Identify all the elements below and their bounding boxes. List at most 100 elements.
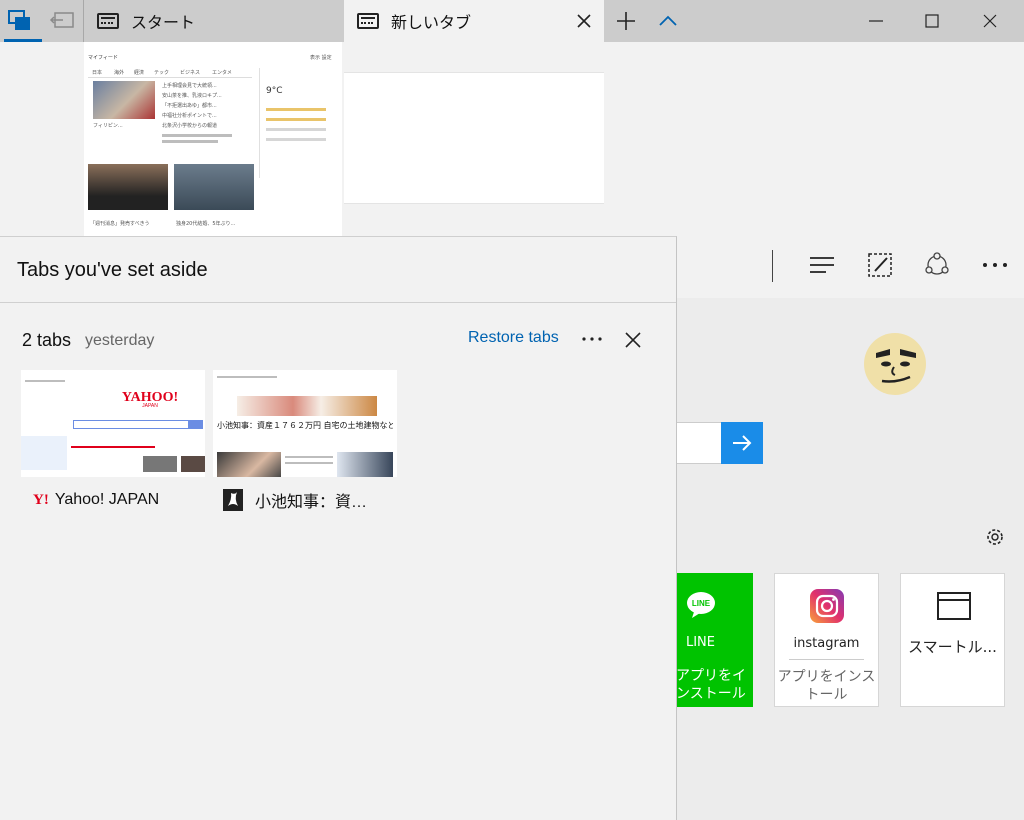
yahoo-favicon-icon: Y! — [33, 491, 49, 508]
preview-sidebar — [21, 436, 67, 470]
preview-search-button — [189, 420, 203, 429]
page-thumbnail: 小池知事：資産１７６２万円 自宅の土地建物など — [213, 370, 397, 478]
set-aside-tab-news[interactable]: 小池知事：資産１７６２万円 自宅の土地建物など 小池知事：資… — [213, 370, 397, 523]
tab-label: 新しいタブ — [391, 13, 472, 32]
set-tabs-aside-icon[interactable] — [46, 6, 78, 36]
preview-headline: 北条沢小学校からの報道 — [162, 123, 218, 129]
arrow-right-icon — [733, 435, 752, 451]
search-go-button[interactable] — [721, 422, 763, 464]
preview-line — [217, 376, 277, 378]
gear-icon[interactable] — [982, 524, 1008, 550]
story-title: 「週刊消息」発売すべきう — [90, 221, 150, 227]
tab-new-tab[interactable]: 新しいタブ — [344, 0, 604, 42]
tab-page-icon — [357, 13, 379, 29]
preview-line — [162, 140, 218, 143]
preview-category: 経済 — [134, 70, 145, 76]
svg-text:LINE: LINE — [692, 599, 711, 608]
forecast-row — [266, 128, 326, 131]
news-photo — [174, 164, 254, 210]
tab-group-count: 2 tabs — [22, 330, 72, 350]
start-tab-preview[interactable]: マイフィード 表示 設定 日本 海外 経済 テック ビジネス エンタメ フィリピ… — [84, 42, 342, 236]
pane-header: Tabs you've set aside — [0, 237, 676, 303]
top-site-tile-smart[interactable]: スマートル... — [900, 573, 1005, 707]
preview-headline: 「不拒選出あゆ」都市... — [162, 103, 217, 109]
maximize-icon — [925, 14, 939, 28]
news-photo — [88, 164, 168, 210]
minimize-button[interactable] — [848, 0, 904, 42]
forecast-row — [266, 118, 326, 121]
new-tab-page — [676, 298, 1024, 820]
tab-title-bar: 小池知事：資… — [213, 477, 397, 523]
forecast-row — [266, 138, 326, 141]
tab-start[interactable]: スタート — [84, 0, 344, 42]
browser-toolbar — [676, 236, 1024, 298]
window-close-button[interactable] — [962, 0, 1018, 42]
tile-label: instagram — [793, 636, 860, 651]
yahoo-logo-icon: YAHOO! JAPAN — [122, 390, 178, 408]
tile-subtext: アプリをインストール — [676, 668, 746, 702]
top-site-tile-instagram[interactable]: instagram アプリをインストール — [774, 573, 879, 707]
tabs-aside-pane: Tabs you've set aside 2 tabs yesterday R… — [0, 236, 677, 820]
page-thumbnail: YAHOO! JAPAN — [21, 370, 205, 472]
preview-headline: 安山茶を推、乳液ロキプ... — [162, 93, 222, 99]
new-tab-preview[interactable] — [344, 42, 604, 236]
story-title: 独身20代結婚、5年ぶり... — [176, 221, 236, 227]
tab-title-bar: Y! Yahoo! JAPAN — [21, 477, 205, 523]
preview-photo — [143, 456, 177, 472]
svg-text:JAPAN: JAPAN — [142, 403, 158, 408]
preview-search-box — [73, 420, 189, 429]
share-icon[interactable] — [922, 250, 952, 280]
pane-title: Tabs you've set aside — [17, 259, 208, 281]
preview-ad — [337, 452, 393, 478]
preview-header-right: 表示 設定 — [310, 55, 332, 61]
news-photo — [93, 81, 155, 119]
web-note-icon[interactable] — [865, 250, 895, 280]
tile-label: スマートル... — [908, 638, 997, 656]
tab-title: Yahoo! JAPAN — [54, 491, 160, 508]
maximize-button[interactable] — [904, 0, 960, 42]
preview-category-bar: 日本 海外 経済 テック ビジネス エンタメ — [88, 66, 252, 78]
line-logo-icon: LINE — [687, 592, 715, 618]
set-aside-tab-yahoo[interactable]: YAHOO! JAPAN Y! Yahoo! JAPAN — [21, 370, 205, 523]
new-tab-icon[interactable] — [612, 8, 640, 34]
close-icon[interactable] — [622, 329, 644, 351]
top-site-tile-line[interactable]: LINE LINE アプリをインストール — [676, 573, 753, 707]
hub-icon[interactable] — [807, 250, 837, 280]
chevron-up-icon[interactable] — [654, 8, 682, 34]
weather-temp: 9°C — [266, 86, 283, 96]
minimize-icon — [869, 20, 883, 22]
search-input[interactable] — [676, 422, 722, 464]
site-favicon-icon — [223, 489, 243, 511]
preview-category: 海外 — [114, 70, 125, 76]
preview-header: マイフィード — [88, 55, 118, 61]
more-icon[interactable] — [980, 250, 1010, 280]
tile-label: LINE — [685, 635, 715, 650]
preview-ad-banner — [237, 396, 377, 416]
preview-category: エンタメ — [212, 70, 232, 76]
instagram-logo-icon — [810, 589, 844, 623]
more-icon[interactable] — [580, 329, 604, 349]
preview-category: テック — [154, 70, 170, 76]
preview-category: 日本 — [92, 70, 103, 76]
close-icon — [983, 14, 997, 28]
avatar[interactable] — [864, 333, 926, 395]
toolbar-divider — [772, 250, 773, 282]
preview-story-caption: フィリピン... — [93, 123, 123, 129]
preview-line — [25, 380, 65, 382]
preview-content-band — [344, 72, 604, 204]
tab-bar: スタート 新しいタブ — [0, 0, 1024, 42]
preview-headline: 上手相理会見で大統領... — [162, 83, 217, 89]
weather-widget: 9°C — [259, 68, 337, 178]
preview-line — [285, 456, 333, 458]
preview-photo — [181, 456, 205, 472]
restore-tabs-button[interactable]: Restore tabs — [468, 329, 559, 347]
preview-line — [285, 462, 333, 464]
tab-label: スタート — [131, 13, 196, 32]
preview-category: ビジネス — [180, 70, 201, 76]
tabs-aside-icon[interactable] — [4, 6, 42, 42]
close-tab-icon[interactable] — [574, 11, 594, 31]
tab-page-icon — [97, 13, 119, 29]
window-icon — [937, 592, 971, 620]
divider — [789, 659, 864, 660]
preview-line — [162, 134, 232, 137]
